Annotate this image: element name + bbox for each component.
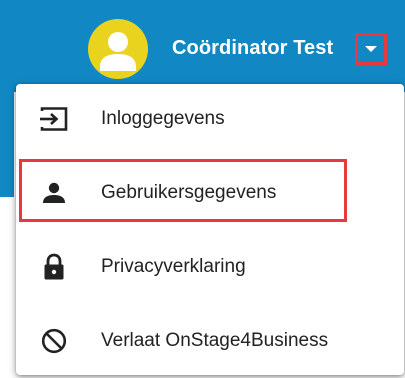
menu-item-privacyverklaring[interactable]: Privacyverklaring [16,232,404,302]
header-background-strip [0,92,14,197]
menu-item-label: Gebruikersgegevens [101,182,277,203]
user-dropdown-menu: Inloggegevens Gebruikersgegevens Privacy… [16,84,404,375]
user-avatar-icon[interactable] [88,19,148,79]
user-menu-toggle-button[interactable] [355,33,387,65]
lock-icon [38,251,70,283]
user-name[interactable]: Coördinator Test [172,37,333,60]
menu-item-label: Verlaat OnStage4Business [101,330,329,351]
menu-item-verlaat[interactable]: Verlaat OnStage4Business [16,306,404,376]
menu-item-label: Inloggegevens [101,108,225,129]
app-header: Coördinator Test [0,0,405,92]
screenshot-root: Coördinator Test Inloggegevens Gebruiker… [0,0,405,378]
menu-item-gebruikersgegevens[interactable]: Gebruikersgegevens [16,158,404,228]
person-icon [38,177,70,209]
block-icon [38,325,70,357]
menu-item-label: Privacyverklaring [101,256,246,277]
caret-down-icon [365,46,377,52]
login-icon [38,103,70,135]
menu-item-inloggegevens[interactable]: Inloggegevens [16,84,404,154]
